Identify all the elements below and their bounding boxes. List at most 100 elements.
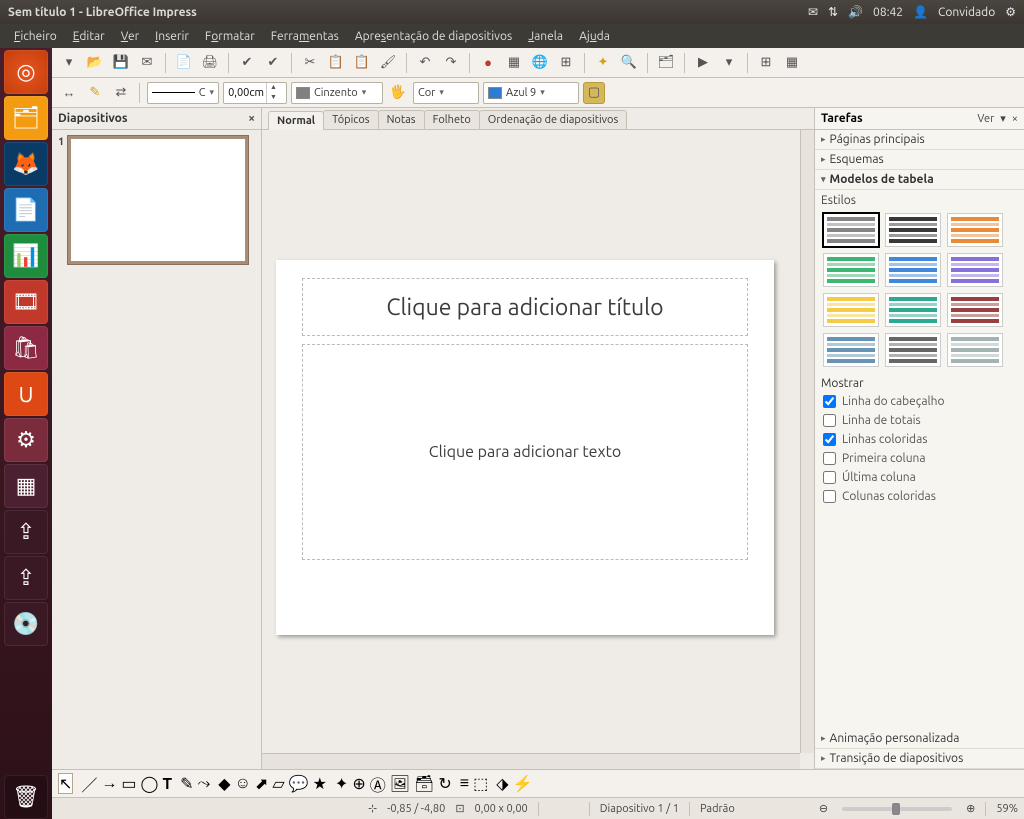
zoom-button[interactable]: ✦	[592, 52, 614, 74]
email-button[interactable]: ✉	[136, 52, 158, 74]
line-color-combo[interactable]: Azul 9 ▾	[483, 82, 579, 104]
menu-ferramentas[interactable]: Ferramentas	[265, 28, 345, 45]
text-tool[interactable]: T	[162, 775, 172, 793]
slide-thumbnail-1[interactable]: 1	[58, 136, 255, 264]
arrow-style-button[interactable]: ↔	[58, 82, 80, 104]
help-button[interactable]: 🔍	[618, 52, 640, 74]
menu-inserir[interactable]: Inserir	[149, 28, 195, 45]
spellcheck-button[interactable]: ✔	[236, 52, 258, 74]
block-arrows-tool[interactable]: ⬈	[255, 774, 268, 793]
firefox-icon[interactable]: 🦊	[4, 142, 48, 186]
paste-button[interactable]: 📋	[351, 52, 373, 74]
section-layouts[interactable]: ▸Esquemas	[815, 150, 1024, 170]
slide-design-button[interactable]: ▦	[781, 52, 803, 74]
table-style-12[interactable]	[947, 333, 1003, 367]
tab-notes[interactable]: Notas	[378, 110, 425, 129]
section-slide-transition[interactable]: ▸Transição de diapositivos	[815, 749, 1024, 769]
menu-apresentacao[interactable]: Apresentação de diapositivos	[349, 28, 518, 45]
slide-canvas[interactable]: Clique para adicionar título Clique para…	[262, 130, 814, 769]
arrange-tool[interactable]: ⬚	[473, 774, 488, 793]
network-icon[interactable]: ⇅	[828, 5, 838, 19]
line-width-spin[interactable]: ▲▼	[223, 82, 287, 104]
tab-outline[interactable]: Tópicos	[323, 110, 378, 129]
settings-icon[interactable]: ⚙	[4, 418, 48, 462]
section-master-pages[interactable]: ▸Páginas principais	[815, 130, 1024, 150]
menu-ajuda[interactable]: Ajuda	[573, 28, 616, 45]
gallery-button[interactable]: 🗂	[655, 52, 677, 74]
software-center-icon[interactable]: 🛍	[4, 326, 48, 370]
stars-tool[interactable]: ★	[313, 774, 327, 793]
close-tasks-panel-icon[interactable]: ×	[1012, 113, 1018, 125]
zoom-slider[interactable]	[842, 807, 952, 811]
tab-normal[interactable]: Normal	[268, 111, 324, 130]
area-button[interactable]: 🖐	[387, 82, 409, 104]
callout-tool[interactable]: 💬	[289, 774, 309, 793]
table-button[interactable]: ▦	[503, 52, 525, 74]
print-button[interactable]: 🖨	[199, 52, 221, 74]
zoom-out-icon[interactable]: ⊖	[819, 802, 828, 815]
table-style-5[interactable]	[885, 253, 941, 287]
table-style-4[interactable]	[823, 253, 879, 287]
chk-total-row[interactable]: Linha de totais	[815, 411, 1024, 430]
section-custom-animation[interactable]: ▸Animação personalizada	[815, 729, 1024, 749]
navigator-button[interactable]: ⊞	[555, 52, 577, 74]
save-button[interactable]: 💾	[110, 52, 132, 74]
slide[interactable]: Clique para adicionar título Clique para…	[276, 260, 774, 635]
chk-last-col[interactable]: Última coluna	[815, 468, 1024, 487]
interaction-tool[interactable]: ⚡	[513, 774, 533, 793]
table-style-10[interactable]	[823, 333, 879, 367]
line-width-input[interactable]	[224, 87, 266, 99]
table-style-7[interactable]	[823, 293, 879, 327]
menu-janela[interactable]: Janela	[522, 28, 569, 45]
table-style-6[interactable]	[947, 253, 1003, 287]
table-style-8[interactable]	[885, 293, 941, 327]
table-style-11[interactable]	[885, 333, 941, 367]
mail-icon[interactable]: ✉	[808, 5, 818, 19]
chk-banded-cols[interactable]: Colunas coloridas	[815, 487, 1024, 506]
from-file-tool[interactable]: 🖼	[390, 774, 410, 793]
slideshow-button[interactable]: ▶	[692, 52, 714, 74]
status-zoom[interactable]: 59%	[996, 803, 1018, 815]
line-tool[interactable]: ／	[81, 772, 97, 796]
rotate-tool[interactable]: ↻	[438, 774, 451, 793]
table-style-9[interactable]	[947, 293, 1003, 327]
trash-icon[interactable]: 🗑	[4, 775, 48, 819]
cut-button[interactable]: ✂	[299, 52, 321, 74]
glue-tool[interactable]: ⊕	[352, 774, 365, 793]
slide-button[interactable]: ▾	[718, 52, 740, 74]
horizontal-scrollbar[interactable]	[262, 753, 800, 769]
hyperlink-button[interactable]: 🌐	[529, 52, 551, 74]
chk-first-col[interactable]: Primeira coluna	[815, 449, 1024, 468]
menu-editar[interactable]: Editar	[67, 28, 111, 45]
usb1-icon[interactable]: ⇪	[4, 510, 48, 554]
zoom-in-icon[interactable]: ⊕	[966, 802, 975, 815]
arrow-tool[interactable]: →	[101, 774, 117, 793]
menu-ficheiro[interactable]: Ficheiro	[8, 28, 63, 45]
workspace-switcher-icon[interactable]: ▦	[4, 464, 48, 508]
slide-layout-button[interactable]: ⊞	[755, 52, 777, 74]
chk-banded-rows[interactable]: Linhas coloridas	[815, 430, 1024, 449]
disc-icon[interactable]: 💿	[4, 602, 48, 646]
sound-icon[interactable]: 🔊	[848, 5, 863, 19]
tasks-view-caret-icon[interactable]: ▾	[1000, 112, 1006, 125]
autospell-button[interactable]: ✔	[262, 52, 284, 74]
open-button[interactable]: 📂	[84, 52, 106, 74]
clock[interactable]: 08:42	[873, 6, 903, 19]
fill-color-combo[interactable]: Cinzento ▾	[291, 82, 383, 104]
new-button[interactable]: ▾	[58, 52, 80, 74]
fill-mode-combo[interactable]: Cor ▾	[413, 82, 479, 104]
content-placeholder[interactable]: Clique para adicionar texto	[302, 344, 748, 560]
impress-icon[interactable]: 🎞	[4, 280, 48, 324]
dash-icon[interactable]: ◎	[4, 50, 48, 94]
extrusion-tool[interactable]: ⬗	[496, 774, 508, 793]
pdf-button[interactable]: 📄	[173, 52, 195, 74]
shadow-button[interactable]: ▢	[583, 82, 605, 104]
calc-icon[interactable]: 📊	[4, 234, 48, 278]
usb2-icon[interactable]: ⇪	[4, 556, 48, 600]
tab-handout[interactable]: Folheto	[424, 110, 480, 129]
fontwork-tool[interactable]: Ⓐ	[370, 772, 386, 796]
points-tool[interactable]: ✦	[335, 774, 348, 793]
undo-button[interactable]: ↶	[414, 52, 436, 74]
user-name[interactable]: Convidado	[938, 6, 995, 19]
line-ends-button[interactable]: ⇄	[110, 82, 132, 104]
